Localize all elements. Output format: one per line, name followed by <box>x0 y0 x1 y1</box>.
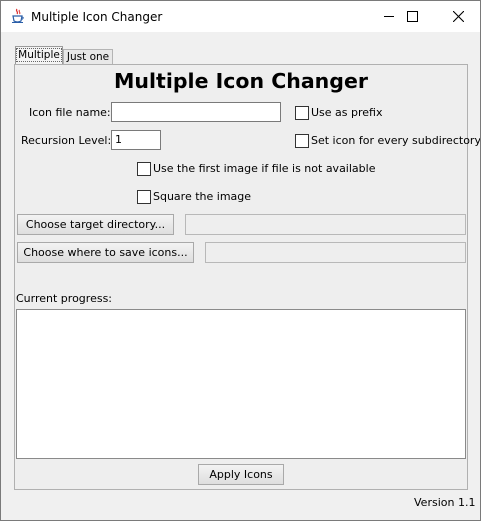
page-title: Multiple Icon Changer <box>114 69 368 93</box>
maximize-icon <box>407 11 418 22</box>
save-icons-field[interactable] <box>205 242 466 263</box>
close-button[interactable] <box>435 1 480 32</box>
apply-icons-button[interactable]: Apply Icons <box>198 464 284 485</box>
set-icon-every-subdir-checkbox[interactable] <box>295 134 309 148</box>
tab-multiple[interactable]: Multiple <box>15 46 63 64</box>
current-progress-label: Current progress: <box>16 292 113 305</box>
progress-text-area[interactable] <box>16 309 466 459</box>
use-as-prefix-label: Use as prefix <box>311 106 383 119</box>
tab-panel-multiple: Multiple Icon Changer Icon file name: Us… <box>14 64 480 490</box>
icon-file-name-label: Icon file name: <box>29 106 111 119</box>
choose-save-icons-button[interactable]: Choose where to save icons... <box>17 242 194 263</box>
use-first-image-checkbox[interactable] <box>137 162 151 176</box>
tab-multiple-label: Multiple <box>16 48 62 62</box>
square-image-checkbox[interactable] <box>137 190 151 204</box>
target-directory-field[interactable] <box>185 214 466 235</box>
maximize-button[interactable] <box>389 1 435 32</box>
choose-target-directory-button[interactable]: Choose target directory... <box>17 214 174 235</box>
window-title: Multiple Icon Changer <box>31 10 163 24</box>
title-bar[interactable]: Multiple Icon Changer <box>1 1 480 32</box>
tab-just-one-label: Just one <box>66 51 110 63</box>
java-cup-icon <box>10 8 26 24</box>
icon-file-name-input[interactable] <box>111 102 281 122</box>
square-image-label: Square the image <box>153 190 252 203</box>
recursion-level-label: Recursion Level: <box>21 134 112 147</box>
use-as-prefix-checkbox[interactable] <box>295 106 309 120</box>
close-icon <box>453 11 464 22</box>
use-first-image-label: Use the first image if file is not avail… <box>153 162 376 175</box>
app-window: Multiple Icon Changer Multiple Just one … <box>0 0 481 521</box>
set-icon-every-subdir-label: Set icon for every subdirectory <box>311 134 481 147</box>
recursion-level-input[interactable]: 1 <box>111 130 161 150</box>
version-label: Version 1.1 <box>414 496 476 509</box>
tab-just-one[interactable]: Just one <box>63 49 113 64</box>
